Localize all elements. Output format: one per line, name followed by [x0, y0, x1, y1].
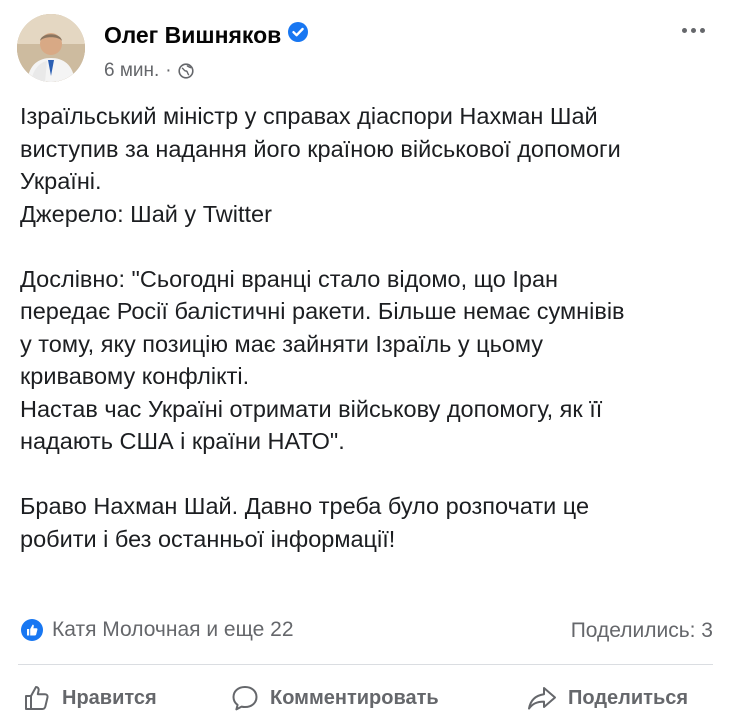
post-text-line: Ізраїльський міністр у справах діаспори … — [20, 103, 598, 129]
share-label: Поделиться — [568, 686, 689, 709]
avatar-photo — [17, 14, 85, 82]
dot — [681, 27, 687, 33]
post-actions: Нравится Комментировать Поделиться — [0, 676, 729, 720]
meta-separator: · — [165, 60, 172, 81]
comment-button[interactable]: Комментировать — [230, 676, 439, 720]
shares-count[interactable]: Поделились: 3 — [571, 619, 713, 643]
share-button[interactable]: Поделиться — [526, 676, 688, 720]
facebook-post: Олег Вишняков 6 мин. · Ізраїльський міні… — [0, 0, 729, 727]
like-label: Нравится — [62, 686, 157, 709]
post-text-line: виступив за надання його країною військо… — [20, 135, 621, 162]
like-button[interactable]: Нравится — [22, 676, 157, 720]
author-avatar[interactable] — [17, 14, 85, 82]
post-text-line: Браво Нахман Шай. Давно треба було розпо… — [20, 493, 590, 519]
dot — [699, 27, 705, 33]
reactions-summary[interactable]: Катя Молочная и еще 22 — [20, 618, 294, 642]
post-text-line: робити і без останньої інформації! — [20, 525, 396, 552]
post-text-line: у тому, яку позицію має зайняти Ізраїль … — [20, 330, 544, 357]
post-timestamp[interactable]: 6 мин. — [104, 60, 159, 82]
post-text-line: Настав час Україні отримати військову до… — [20, 395, 603, 422]
post-text-line: Джерело: Шай у Twitter — [20, 200, 272, 227]
like-reaction-icon — [20, 618, 44, 642]
post-text: Ізраїльський міністр у справах діаспори … — [20, 100, 720, 555]
globe-icon[interactable] — [178, 63, 194, 79]
post-text-line: кривавому конфлікті. — [20, 363, 250, 389]
author-name-row: Олег Вишняков — [104, 21, 309, 49]
post-meta: 6 мин. · — [104, 60, 194, 82]
post-text-line: Україні. — [20, 168, 102, 194]
comment-bubble-icon — [230, 683, 260, 713]
reactions-text: Катя Молочная и еще 22 — [52, 618, 294, 641]
more-options-icon[interactable] — [673, 18, 713, 42]
author-name[interactable]: Олег Вишняков — [104, 22, 281, 48]
post-text-line: передає Росії балістичні ракети. Більше … — [20, 298, 625, 324]
comment-label: Комментировать — [270, 686, 439, 709]
thumbs-up-icon — [22, 683, 52, 713]
post-text-line: Дослівно: "Сьогодні вранці стало відомо,… — [20, 265, 558, 292]
post-text-line: надають США і країни НАТО". — [20, 428, 345, 454]
divider — [18, 664, 713, 665]
share-arrow-icon — [526, 683, 558, 713]
verified-badge-icon — [287, 21, 309, 49]
dot — [690, 27, 696, 33]
